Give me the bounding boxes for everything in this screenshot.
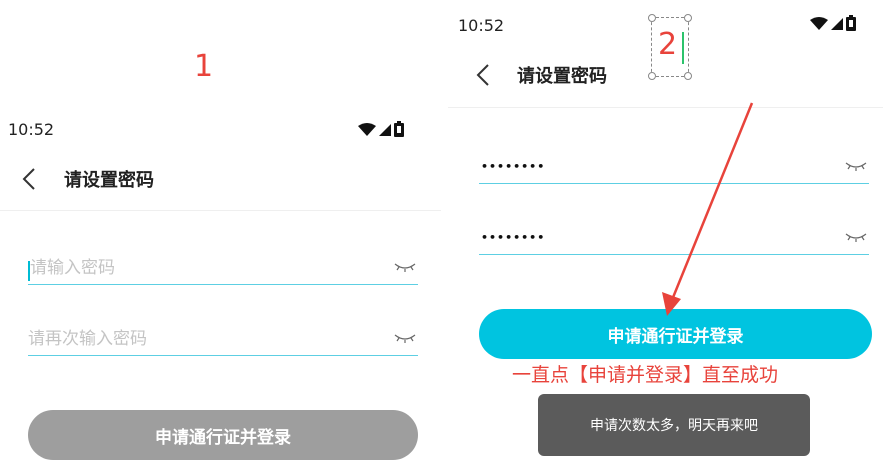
arrow-head [662, 292, 681, 316]
arrow-shaft [670, 102, 754, 301]
annotation-arrow [662, 102, 754, 316]
comparison-canvas: 1 10:52 请设置密码 请输入密码 请再次输入密码 申请通行证并登录 10:… [0, 0, 883, 475]
